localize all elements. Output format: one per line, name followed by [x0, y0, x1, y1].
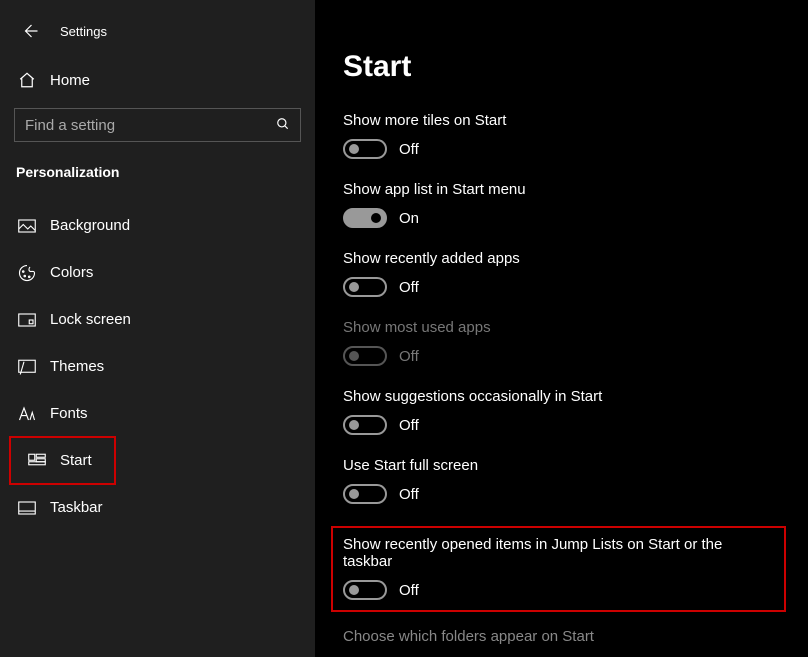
sidebar-item-start[interactable]: Start: [10, 437, 115, 484]
section-title: Personalization: [16, 164, 315, 180]
sidebar-item-label: Background: [50, 217, 130, 234]
back-arrow-icon[interactable]: [18, 22, 42, 40]
sidebar-item-lock-screen[interactable]: Lock screen: [0, 296, 315, 343]
setting-recently-added: Show recently added apps Off: [343, 250, 808, 297]
setting-label: Show suggestions occasionally in Start: [343, 388, 808, 405]
toggle-switch: [343, 346, 387, 366]
toggle-row: On: [343, 208, 808, 228]
sidebar-item-themes[interactable]: Themes: [0, 343, 315, 390]
taskbar-icon: [18, 499, 36, 517]
toggle-row: Off: [343, 139, 808, 159]
home-label: Home: [50, 72, 90, 89]
toggle-row: Off: [343, 346, 808, 366]
toggle-switch[interactable]: [343, 277, 387, 297]
sidebar-item-label: Fonts: [50, 405, 88, 422]
setting-label: Show recently opened items in Jump Lists…: [343, 536, 774, 570]
toggle-switch[interactable]: [343, 484, 387, 504]
search-icon: [276, 117, 290, 134]
toggle-state: Off: [399, 417, 419, 434]
setting-jump-lists: Show recently opened items in Jump Lists…: [343, 536, 774, 600]
fonts-icon: [18, 405, 36, 423]
themes-icon: [18, 358, 36, 376]
setting-full-screen: Use Start full screen Off: [343, 457, 808, 504]
main-content: Start Show more tiles on Start Off Show …: [315, 0, 808, 657]
toggle-state: Off: [399, 582, 419, 599]
toggle-row: Off: [343, 415, 808, 435]
start-icon: [28, 452, 46, 470]
setting-label: Show app list in Start menu: [343, 181, 808, 198]
lock-screen-icon: [18, 311, 36, 329]
home-icon: [18, 71, 36, 89]
toggle-row: Off: [343, 580, 774, 600]
folders-link[interactable]: Choose which folders appear on Start: [343, 628, 808, 645]
home-nav[interactable]: Home: [0, 60, 315, 100]
toggle-switch[interactable]: [343, 415, 387, 435]
nav-list: Background Colors Lock screen Themes Fon…: [0, 202, 315, 531]
toggle-state: On: [399, 210, 419, 227]
sidebar-item-label: Colors: [50, 264, 93, 281]
toggle-state: Off: [399, 348, 419, 365]
palette-icon: [18, 264, 36, 282]
setting-label: Show more tiles on Start: [343, 112, 808, 129]
search-container: [14, 108, 301, 142]
search-input[interactable]: [25, 117, 276, 134]
setting-suggestions: Show suggestions occasionally in Start O…: [343, 388, 808, 435]
sidebar-item-label: Lock screen: [50, 311, 131, 328]
setting-label: Show most used apps: [343, 319, 808, 336]
toggle-state: Off: [399, 486, 419, 503]
setting-most-used: Show most used apps Off: [343, 319, 808, 366]
sidebar-item-colors[interactable]: Colors: [0, 249, 315, 296]
toggle-row: Off: [343, 277, 808, 297]
sidebar: Settings Home Personalization Background…: [0, 0, 315, 657]
setting-label: Show recently added apps: [343, 250, 808, 267]
highlight-box: Show recently opened items in Jump Lists…: [331, 526, 786, 612]
toggle-switch[interactable]: [343, 139, 387, 159]
header-row: Settings: [0, 8, 315, 54]
sidebar-item-taskbar[interactable]: Taskbar: [0, 484, 315, 531]
app-title: Settings: [60, 24, 107, 39]
sidebar-item-background[interactable]: Background: [0, 202, 315, 249]
sidebar-item-label: Themes: [50, 358, 104, 375]
page-title: Start: [343, 50, 808, 84]
setting-more-tiles: Show more tiles on Start Off: [343, 112, 808, 159]
toggle-state: Off: [399, 141, 419, 158]
picture-icon: [18, 217, 36, 235]
sidebar-item-label: Taskbar: [50, 499, 103, 516]
toggle-switch[interactable]: [343, 580, 387, 600]
sidebar-item-fonts[interactable]: Fonts: [0, 390, 315, 437]
sidebar-item-label: Start: [60, 452, 92, 469]
setting-label: Use Start full screen: [343, 457, 808, 474]
search-box[interactable]: [14, 108, 301, 142]
toggle-row: Off: [343, 484, 808, 504]
toggle-switch[interactable]: [343, 208, 387, 228]
toggle-state: Off: [399, 279, 419, 296]
setting-app-list: Show app list in Start menu On: [343, 181, 808, 228]
